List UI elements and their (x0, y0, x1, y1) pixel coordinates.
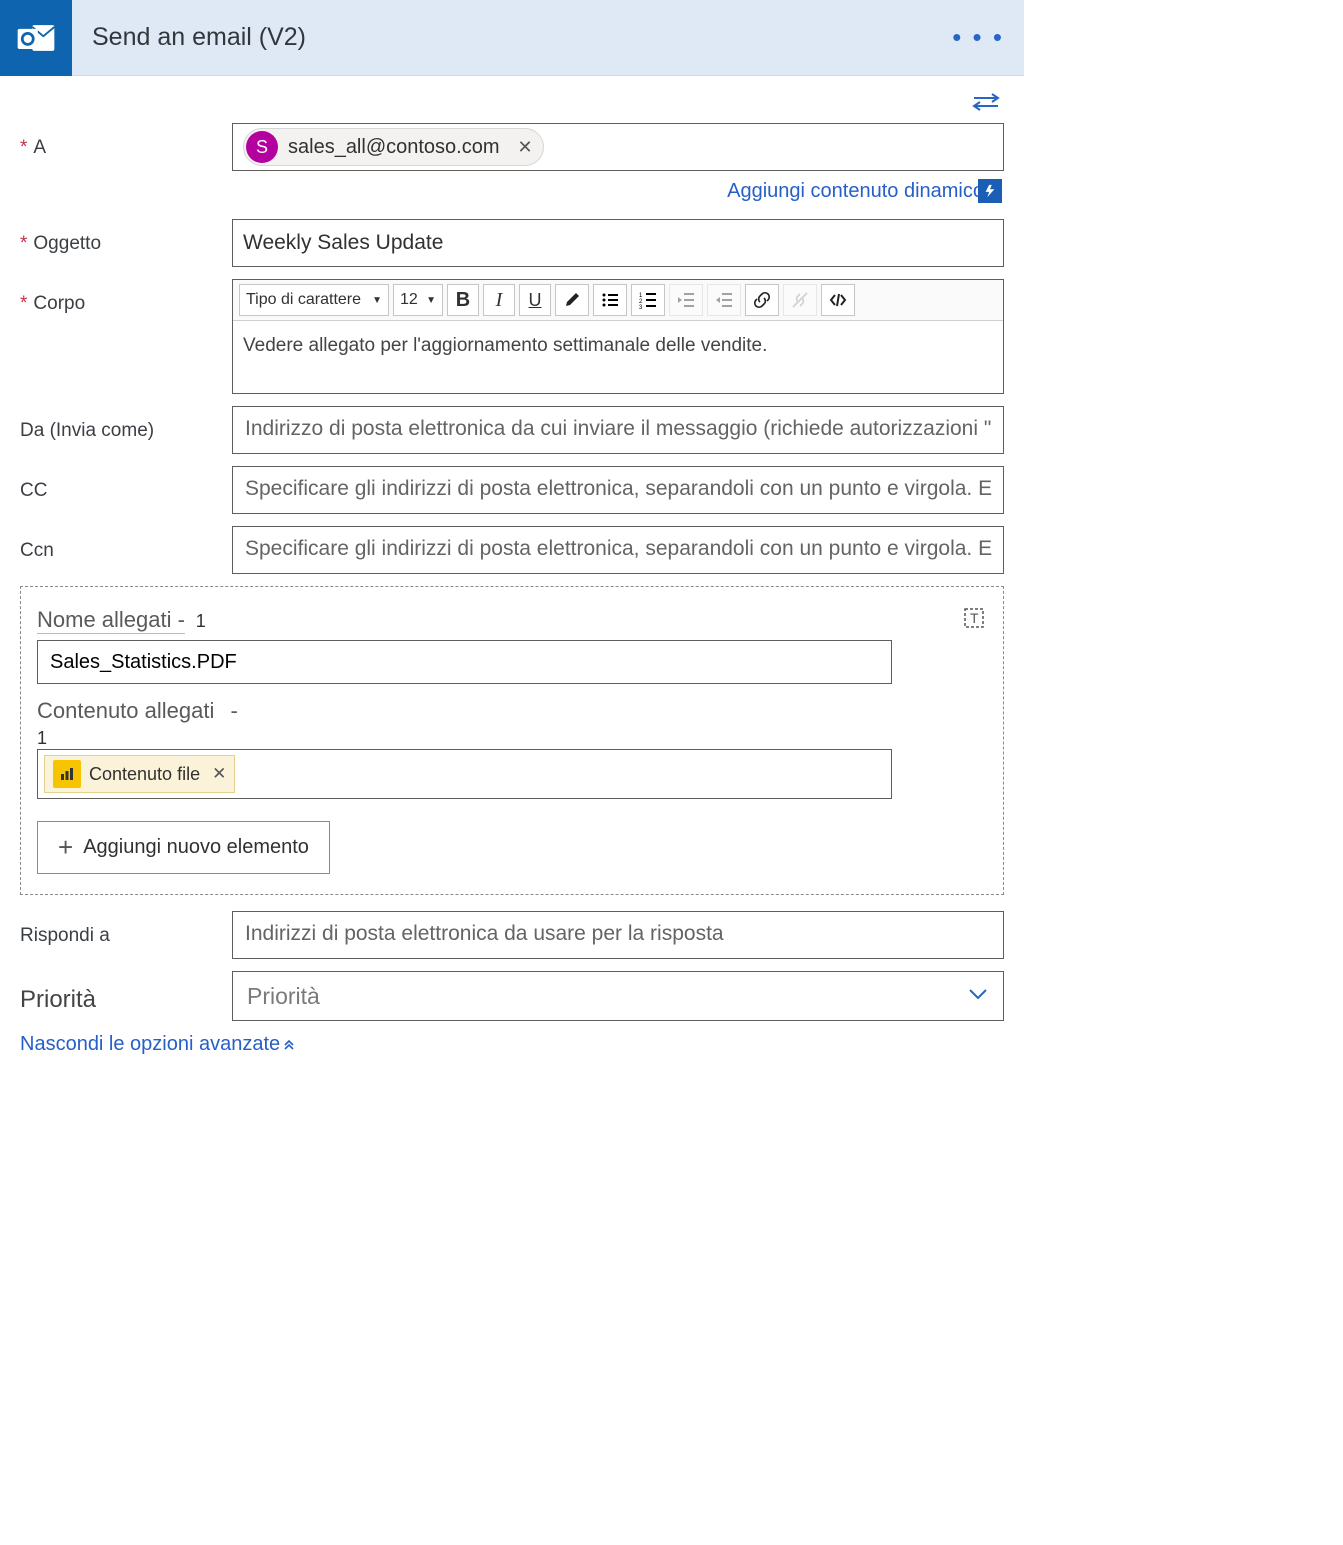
avatar: S (246, 131, 278, 163)
font-family-selector[interactable]: Tipo di carattere ▼ (239, 284, 389, 316)
dynamic-content-token[interactable]: Contenuto file ✕ (44, 755, 235, 793)
to-field[interactable]: S sales_all@contoso.com ✕ (232, 123, 1004, 171)
font-size-selector[interactable]: 12 ▼ (393, 284, 443, 316)
cc-label: CC (20, 466, 220, 502)
svg-text:T: T (970, 610, 979, 626)
dynamic-flash-icon[interactable] (978, 179, 1002, 203)
rte-toolbar: Tipo di carattere ▼ 12 ▼ B I U 123 (233, 280, 1003, 321)
bcc-field[interactable]: Specificare gli indirizzi di posta elett… (232, 526, 1004, 574)
bulleted-list-icon[interactable] (593, 284, 627, 316)
plus-icon: + (58, 832, 73, 863)
switch-input-mode-icon[interactable]: T (961, 605, 987, 636)
more-menu-icon[interactable]: • • • (952, 22, 1024, 53)
required-asterisk: * (20, 233, 27, 255)
add-dynamic-content-link[interactable]: Aggiungi contenuto dinamico (727, 180, 984, 203)
numbered-list-icon[interactable]: 123 (631, 284, 665, 316)
body-label: * Corpo (20, 279, 220, 315)
outlook-icon (0, 0, 72, 76)
add-attachment-button[interactable]: + Aggiungi nuovo elemento (37, 821, 330, 874)
from-label: Da (Invia come) (20, 406, 220, 442)
reply-to-field[interactable]: Indirizzi di posta elettronica da usare … (232, 911, 1004, 959)
subject-label: * Oggetto (20, 219, 220, 255)
action-title: Send an email (V2) (72, 23, 952, 52)
recipient-chip[interactable]: S sales_all@contoso.com ✕ (243, 128, 544, 166)
priority-label: Priorità (20, 978, 220, 1014)
remove-token-icon[interactable]: ✕ (212, 764, 226, 784)
subject-input[interactable] (243, 231, 993, 255)
bold-icon[interactable]: B (447, 284, 479, 316)
swap-connection-icon[interactable] (972, 92, 1000, 117)
indent-icon (707, 284, 741, 316)
link-icon[interactable] (745, 284, 779, 316)
subject-field[interactable] (232, 219, 1004, 267)
attachments-section: Nome allegati - 1 T Contenuto allegati -… (20, 586, 1004, 895)
powerbi-icon (53, 760, 81, 788)
required-asterisk: * (20, 137, 27, 159)
attachment-content-field[interactable]: Contenuto file ✕ (37, 749, 892, 799)
attachments-content-label: Contenuto allegati (37, 698, 214, 723)
to-label: * A (20, 123, 220, 159)
code-view-icon[interactable] (821, 284, 855, 316)
reply-to-label: Rispondi a (20, 911, 220, 947)
color-picker-icon[interactable] (555, 284, 589, 316)
rich-text-editor: Tipo di carattere ▼ 12 ▼ B I U 123 (232, 279, 1004, 394)
attachments-name-label: Nome allegati - (37, 607, 185, 634)
outdent-icon (669, 284, 703, 316)
underline-icon[interactable]: U (519, 284, 551, 316)
italic-icon[interactable]: I (483, 284, 515, 316)
priority-select[interactable]: Priorità (232, 971, 1004, 1021)
remove-recipient-icon[interactable]: ✕ (518, 137, 533, 158)
hide-advanced-options-link[interactable]: Nascondi le opzioni avanzate (20, 1033, 1004, 1056)
recipient-email: sales_all@contoso.com (288, 136, 500, 159)
from-field[interactable]: Indirizzo di posta elettronica da cui in… (232, 406, 1004, 454)
action-header: Send an email (V2) • • • (0, 0, 1024, 76)
unlink-icon (783, 284, 817, 316)
bcc-label: Ccn (20, 526, 220, 562)
required-asterisk: * (20, 293, 27, 315)
chevron-down-icon (967, 986, 989, 1006)
cc-field[interactable]: Specificare gli indirizzi di posta elett… (232, 466, 1004, 514)
body-textarea[interactable]: Vedere allegato per l'aggiornamento sett… (233, 321, 1003, 393)
svg-text:3: 3 (639, 305, 643, 310)
attachment-name-input[interactable] (37, 640, 892, 684)
